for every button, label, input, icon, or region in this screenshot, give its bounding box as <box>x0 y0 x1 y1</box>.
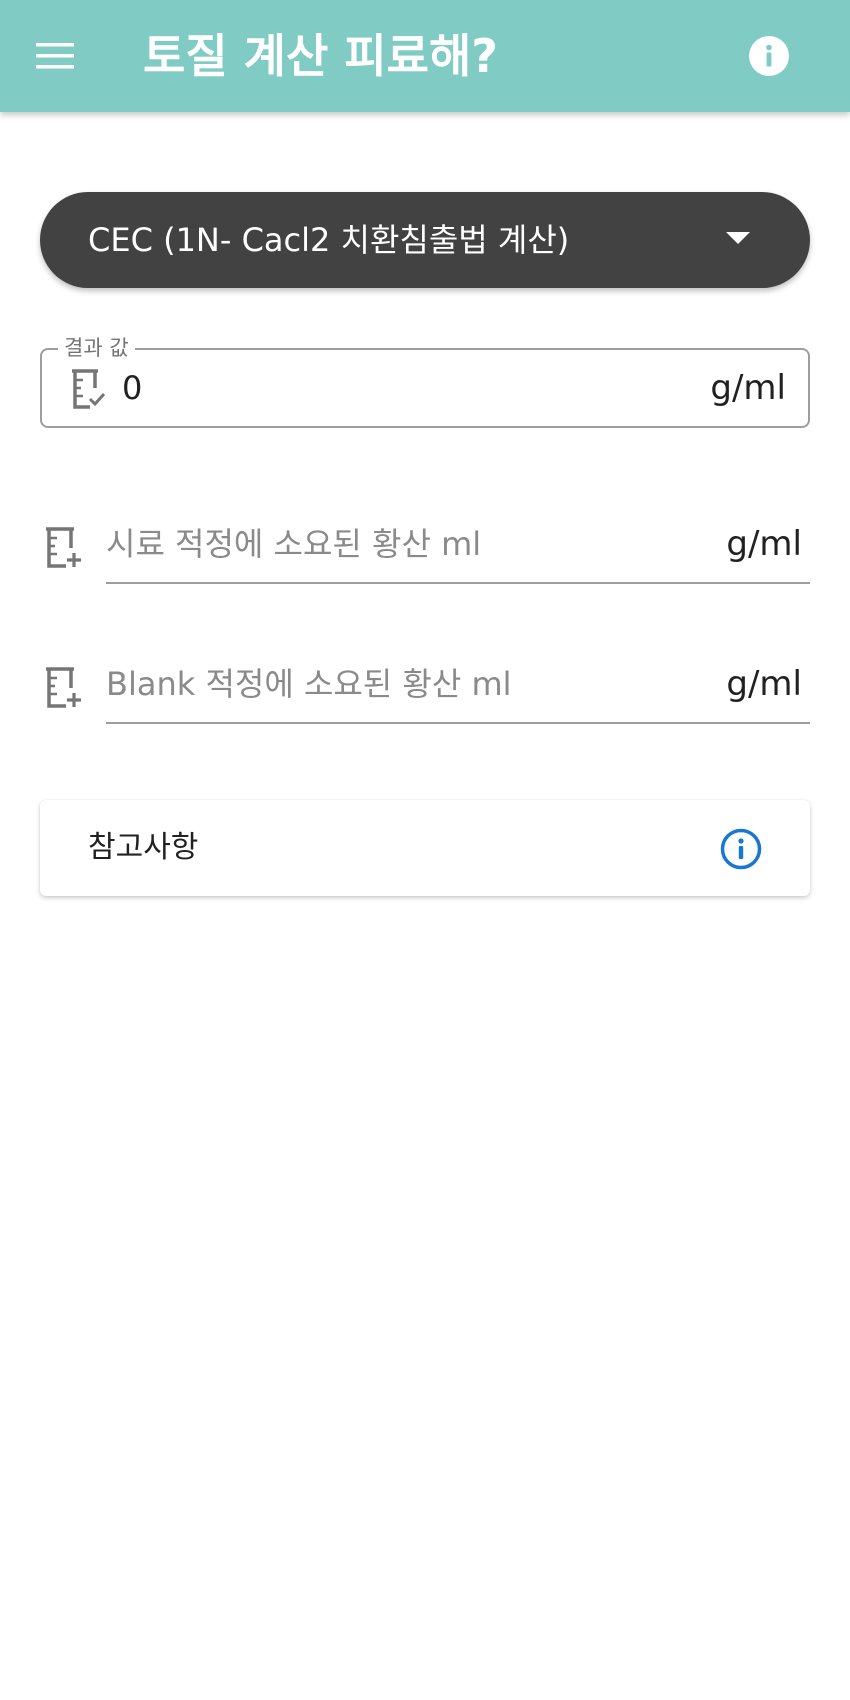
caret-down-icon <box>726 232 750 244</box>
app-bar: 토질 계산 피료해? <box>0 0 850 112</box>
beaker-check-icon <box>72 369 106 409</box>
app-title: 토질 계산 피료해? <box>143 29 498 83</box>
notes-label: 참고사항 <box>88 830 199 865</box>
beaker-plus-icon <box>46 667 81 708</box>
sample-titration-unit: g/ml <box>726 524 802 564</box>
blank-titration-unit: g/ml <box>726 664 802 704</box>
blank-titration-field: g/ml <box>106 646 810 724</box>
sample-titration-input[interactable] <box>106 514 666 574</box>
sample-titration-row: g/ml <box>40 506 810 586</box>
result-field: 결과 값 0 g/ml <box>40 334 810 428</box>
blank-titration-row: g/ml <box>40 646 810 726</box>
result-unit: g/ml <box>710 368 786 408</box>
sample-titration-field: g/ml <box>106 506 810 584</box>
info-outline-icon <box>720 828 762 870</box>
calc-type-dropdown[interactable]: CEC (1N- Cacl2 치환침출법 계산) <box>40 192 810 288</box>
info-circle-icon[interactable] <box>743 30 795 82</box>
result-value: 0 <box>122 369 143 407</box>
notes-card[interactable]: 참고사항 <box>40 800 810 896</box>
blank-titration-input[interactable] <box>106 654 666 714</box>
dropdown-selected-label: CEC (1N- Cacl2 치환침출법 계산) <box>88 221 570 259</box>
hamburger-menu-icon[interactable] <box>30 32 82 80</box>
beaker-plus-icon <box>46 527 81 568</box>
